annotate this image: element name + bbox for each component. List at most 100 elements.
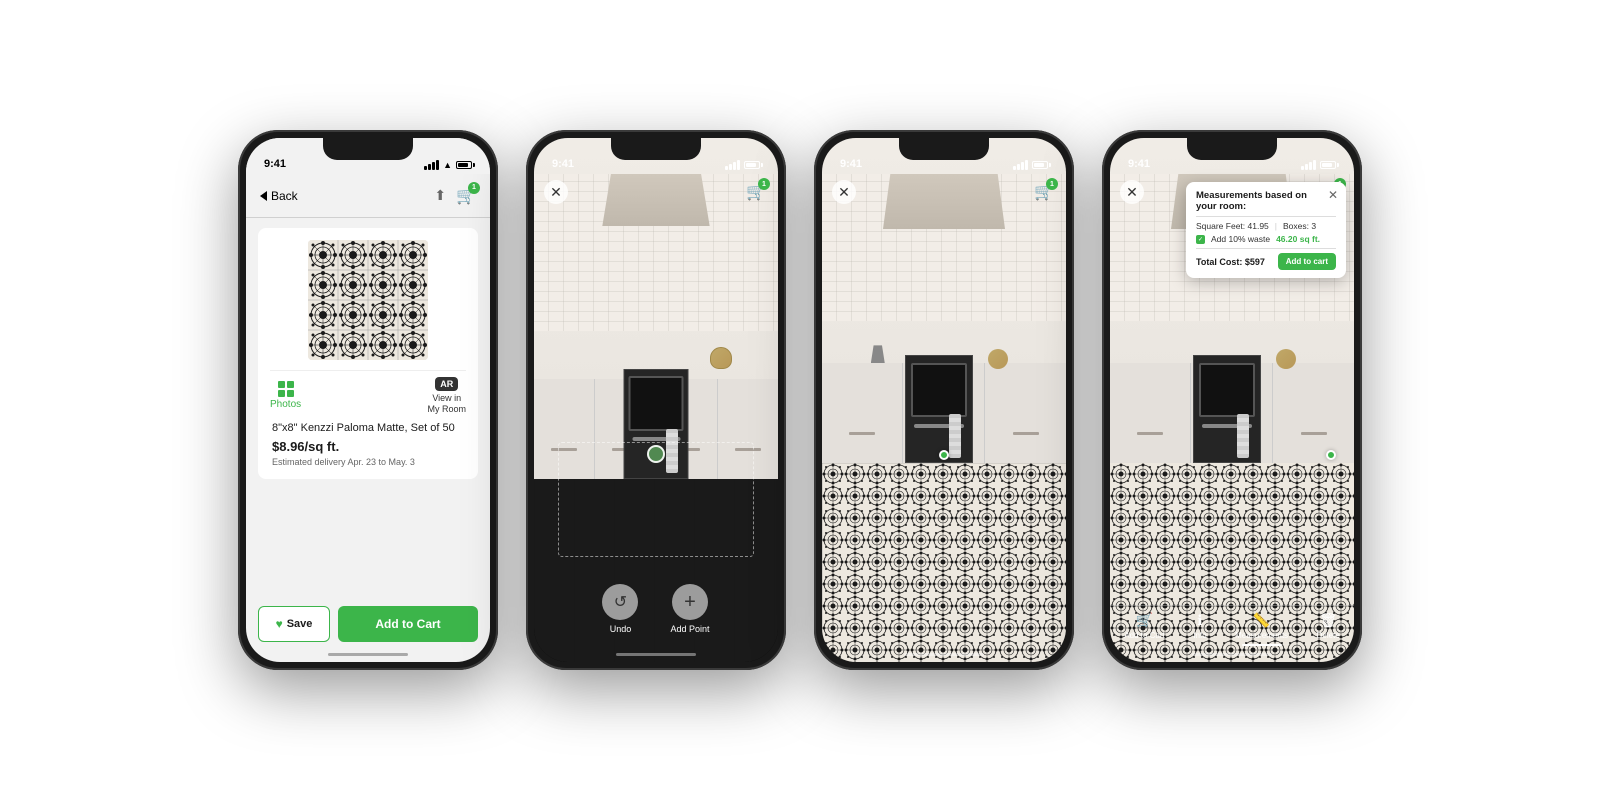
product-name: 8"x8" Kenzzi Paloma Matte, Set of 50 <box>272 421 464 435</box>
toolbar-measurements[interactable]: 📏 Measurements <box>1235 612 1288 646</box>
signal-icon <box>424 160 439 170</box>
cart-badge-ar: 1 <box>758 178 770 190</box>
square-feet-label: Square Feet: 41.95 <box>1196 221 1269 231</box>
waste-row: Add 10% waste 46.20 sq ft. <box>1196 234 1336 244</box>
undo-button[interactable]: ↺ <box>602 584 638 620</box>
time-4: 9:41 <box>1128 158 1150 170</box>
notch-3 <box>899 138 989 160</box>
phone-1: 9:41 ▲ <box>238 130 498 670</box>
ar-close-button[interactable]: ✕ <box>544 180 568 204</box>
phone-1-inner: 9:41 ▲ <box>246 138 490 662</box>
toolbar-delete[interactable]: 🗑 Delete <box>1317 612 1340 640</box>
toolbar-info[interactable]: ℹ Info <box>1193 612 1206 640</box>
time-2: 9:41 <box>552 158 574 170</box>
toolbar-info-icon: ℹ <box>1197 612 1202 629</box>
oven-window-3 <box>911 363 967 417</box>
ar-close-button-4[interactable]: ✕ <box>1120 180 1144 204</box>
waste-sqft: 46.20 sq ft. <box>1276 234 1320 244</box>
popup-divider-2 <box>1196 248 1336 249</box>
home-indicator-4 <box>1192 653 1272 656</box>
notch-4 <box>1187 138 1277 160</box>
toolbar-delete-label: Delete <box>1317 631 1340 640</box>
share-icon[interactable]: ⬆ <box>434 187 446 204</box>
add-point-button[interactable]: + <box>672 584 708 620</box>
toolbar-active-indicator <box>1242 644 1282 646</box>
time-1: 9:41 <box>264 158 286 170</box>
photos-label: Photos <box>270 399 301 410</box>
ar-bottom-toolbar: 🛒 Add to Cart ℹ Info 📏 Measurements 🗑 <box>1110 605 1354 646</box>
cart-wrapper[interactable]: 🛒 1 <box>456 186 476 206</box>
row-divider: | <box>1275 221 1277 231</box>
save-label: Save <box>287 618 313 630</box>
home-indicator-1 <box>328 653 408 656</box>
product-price: $8.96/sq ft. <box>272 439 464 454</box>
phone-3-inner: 9:41 ✕ <box>822 138 1066 662</box>
back-label: Back <box>271 189 298 203</box>
ar-cart-button[interactable]: 🛒 1 <box>744 180 768 204</box>
undo-label: Undo <box>610 624 632 634</box>
status-icons-3 <box>1013 160 1048 170</box>
oven-window <box>629 376 684 431</box>
phone-3: 9:41 ✕ <box>814 130 1074 670</box>
cart-wrapper-ar-3: 🛒 1 <box>1034 182 1054 202</box>
toolbar-add-to-cart-label: Add to Cart <box>1124 631 1164 640</box>
nav-bar-1: Back ⬆ 🛒 1 <box>246 174 490 218</box>
add-to-cart-label: Add to Cart <box>375 617 440 631</box>
ar-badge: AR <box>435 377 458 391</box>
add-to-cart-button[interactable]: Add to Cart <box>338 606 478 642</box>
footer-actions: ♥ Save Add to Cart <box>258 606 478 642</box>
cart-badge: 1 <box>468 182 480 194</box>
toolbar-cart-icon: 🛒 <box>1136 612 1153 629</box>
toolbar-add-to-cart[interactable]: 🛒 Add to Cart <box>1124 612 1164 640</box>
ar-close-button-3[interactable]: ✕ <box>832 180 856 204</box>
product-image <box>308 240 428 360</box>
grid-cell-2 <box>287 381 294 388</box>
waste-label: Add 10% waste <box>1211 234 1270 244</box>
notch-2 <box>611 138 701 160</box>
phone-4-inner: 9:41 ✕ <box>1110 138 1354 662</box>
back-button[interactable]: Back <box>260 189 298 203</box>
battery-3 <box>1032 161 1048 169</box>
phone-4: 9:41 ✕ <box>1102 130 1362 670</box>
ar-view-button[interactable]: AR View in My Room <box>427 377 466 415</box>
home-indicator-2 <box>616 653 696 656</box>
oven-4 <box>1193 355 1261 463</box>
total-row: Total Cost: $597 Add to cart <box>1196 253 1336 270</box>
measurements-row: Square Feet: 41.95 | Boxes: 3 <box>1196 221 1336 231</box>
add-point-control[interactable]: + Add Point <box>670 584 709 634</box>
undo-control[interactable]: ↺ Undo <box>602 584 638 634</box>
photos-button[interactable]: Photos <box>270 381 301 410</box>
save-button[interactable]: ♥ Save <box>258 606 330 642</box>
phone-2-inner: 9:41 ✕ <box>534 138 778 662</box>
total-cost: Total Cost: $597 <box>1196 257 1265 267</box>
status-icons-1: ▲ <box>424 160 472 170</box>
view-options: Photos AR View in My Room <box>270 370 466 421</box>
grid-cell-4 <box>287 390 294 397</box>
product-content: Photos AR View in My Room 8"x8" Kenzzi P… <box>258 228 478 479</box>
boxes-label: Boxes: 3 <box>1283 221 1316 231</box>
signal-3 <box>1013 160 1028 170</box>
popup-add-cart-button[interactable]: Add to cart <box>1278 253 1336 270</box>
towel-4 <box>1237 414 1249 458</box>
oven-window-4 <box>1199 363 1255 417</box>
popup-add-cart-label: Add to cart <box>1286 257 1328 266</box>
ar-cart-button-3[interactable]: 🛒 1 <box>1032 180 1056 204</box>
waste-checkbox[interactable] <box>1196 235 1205 244</box>
delivery-text: Estimated delivery Apr. 23 to May. 3 <box>272 457 464 467</box>
range-hood-3 <box>883 174 1005 229</box>
ar-label: View in My Room <box>427 393 466 415</box>
phone-4-screen: 9:41 ✕ <box>1110 138 1354 662</box>
kettle-4 <box>1276 349 1296 369</box>
toolbar-info-label: Info <box>1193 631 1206 640</box>
scan-outline <box>558 442 753 557</box>
notch-1 <box>323 138 413 160</box>
grid-cell-1 <box>278 381 285 388</box>
status-icons-4 <box>1301 160 1336 170</box>
add-point-label: Add Point <box>670 624 709 634</box>
product-info: 8"x8" Kenzzi Paloma Matte, Set of 50 $8.… <box>270 421 466 467</box>
popup-close-button[interactable]: ✕ <box>1328 188 1338 202</box>
range-hood <box>602 174 709 226</box>
cart-wrapper-ar: 🛒 1 <box>746 182 766 202</box>
wifi-icon: ▲ <box>443 160 452 170</box>
signal-bar-3 <box>432 162 435 170</box>
